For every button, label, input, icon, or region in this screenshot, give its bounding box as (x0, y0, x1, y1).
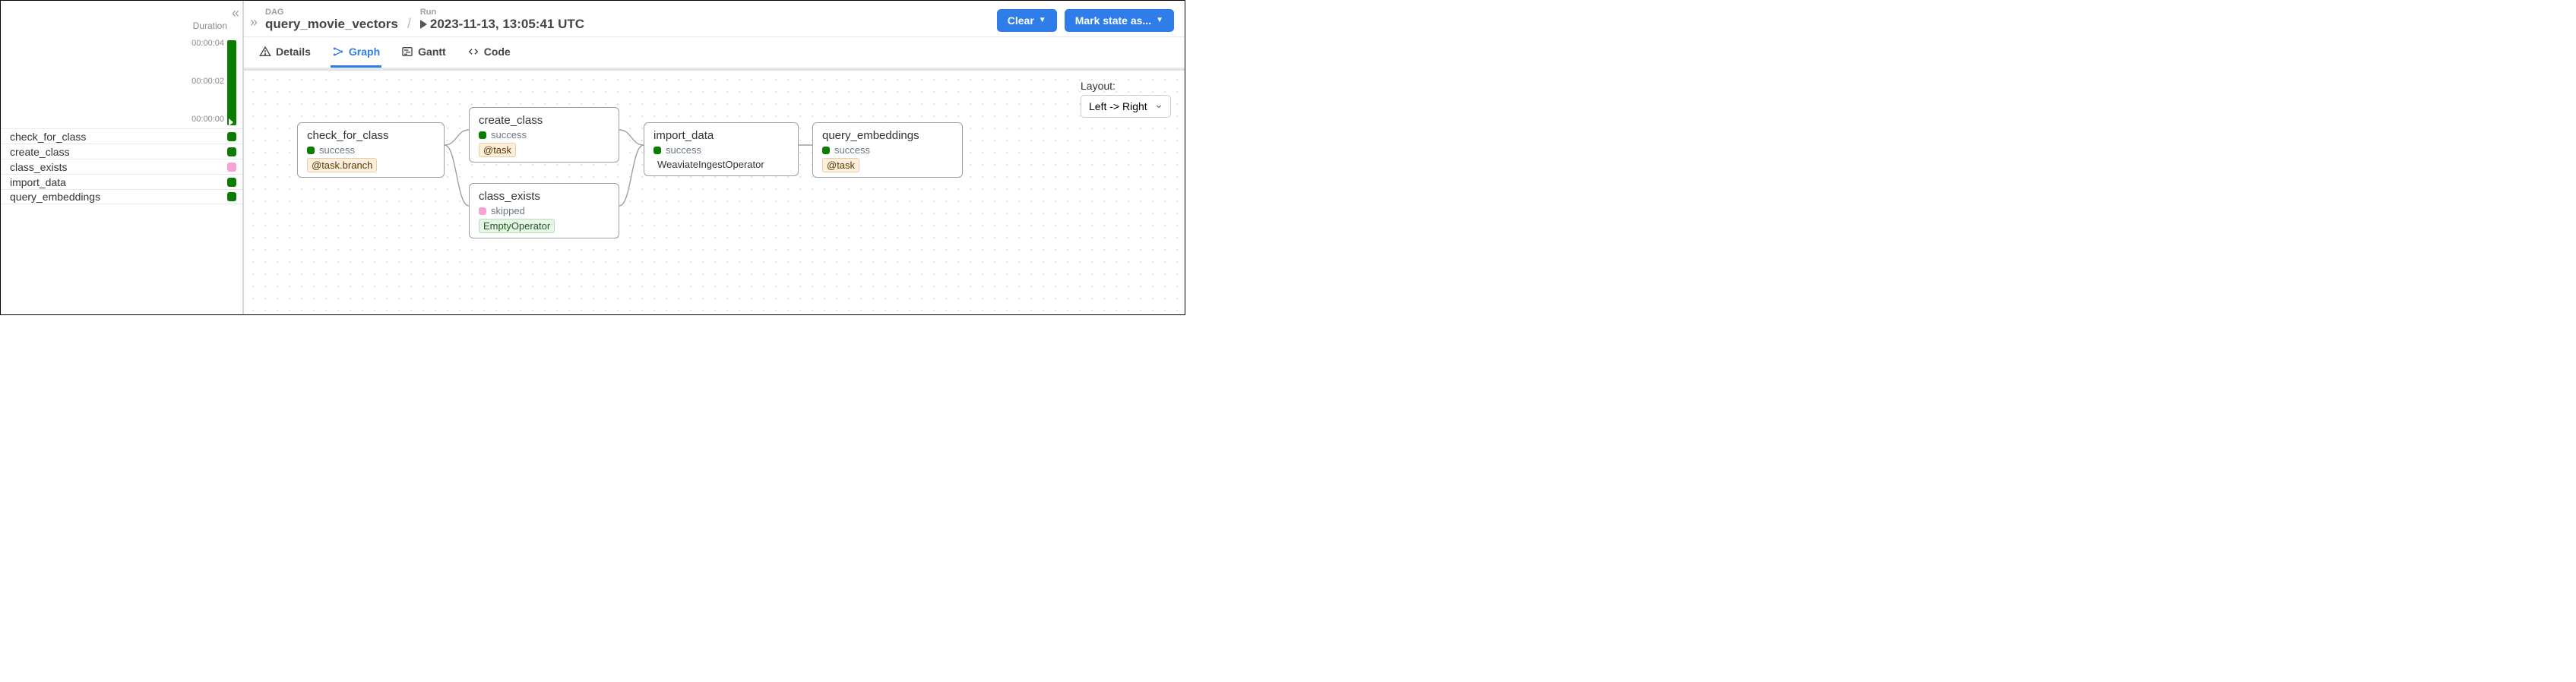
node-status: success (479, 129, 609, 141)
task-list: check_for_class create_class class_exist… (1, 128, 242, 204)
tab-gantt[interactable]: Gantt (400, 38, 448, 68)
expand-panel-icon[interactable]: » (250, 10, 258, 30)
node-status: success (822, 144, 953, 156)
warning-triangle-icon (259, 46, 271, 58)
graph-node-create-class[interactable]: create_class success @task (469, 107, 619, 163)
task-name: class_exists (10, 161, 67, 173)
tab-graph-label: Graph (349, 46, 380, 58)
node-title: query_embeddings (822, 129, 953, 142)
duration-tick: 00:00:00 (191, 115, 224, 124)
main-panel: » DAG query_movie_vectors / Run 2023-11-… (244, 1, 1185, 314)
task-name: check_for_class (10, 131, 86, 143)
node-title: class_exists (479, 190, 609, 203)
task-row-import-data[interactable]: import_data (1, 174, 242, 189)
status-dot-success (653, 147, 661, 154)
status-pill-success (227, 147, 236, 156)
node-operator: WeaviateIngestOperator (653, 158, 768, 171)
mark-state-button[interactable]: Mark state as... ▼ (1065, 9, 1174, 32)
tab-code[interactable]: Code (466, 38, 512, 68)
gantt-icon (401, 46, 413, 58)
node-operator: @task (822, 158, 859, 172)
graph-canvas[interactable]: Layout: Left -> Right check_for_class (244, 69, 1185, 314)
status-dot-success (479, 131, 486, 139)
node-operator: EmptyOperator (479, 219, 555, 233)
status-pill-success (227, 132, 236, 141)
header-bar: » DAG query_movie_vectors / Run 2023-11-… (244, 1, 1185, 37)
graph-node-query-embeddings[interactable]: query_embeddings success @task (812, 122, 963, 178)
node-status: success (653, 144, 789, 156)
layout-select[interactable]: Left -> Right (1081, 95, 1171, 118)
breadcrumb-dag-name: query_movie_vectors (265, 17, 398, 32)
node-status: success (307, 144, 435, 156)
layout-control: Layout: Left -> Right (1081, 80, 1171, 118)
tab-graph[interactable]: Graph (331, 38, 381, 68)
task-name: import_data (10, 176, 66, 188)
status-dot-success (822, 147, 830, 154)
task-row-query-embeddings[interactable]: query_embeddings (1, 189, 242, 204)
tab-gantt-label: Gantt (418, 46, 446, 58)
status-pill-success (227, 178, 236, 187)
run-play-icon (420, 20, 427, 29)
task-row-class-exists[interactable]: class_exists (1, 159, 242, 174)
chevron-down-icon: ▼ (1039, 16, 1046, 24)
collapse-panel-icon[interactable]: « (232, 5, 239, 21)
run-duration-bar[interactable] (227, 40, 236, 125)
breadcrumb-dag-label: DAG (265, 8, 398, 17)
tab-code-label: Code (484, 46, 511, 58)
status-pill-success (227, 192, 236, 201)
tab-details[interactable]: Details (258, 38, 312, 68)
node-title: create_class (479, 114, 609, 127)
breadcrumb-separator: / (406, 8, 413, 32)
graph-node-import-data[interactable]: import_data success WeaviateIngestOperat… (644, 122, 799, 176)
node-operator: @task.branch (307, 158, 377, 172)
breadcrumb-run[interactable]: Run 2023-11-13, 13:05:41 UTC (420, 8, 584, 32)
tab-details-label: Details (276, 46, 311, 58)
task-name: create_class (10, 146, 70, 158)
breadcrumb-run-label: Run (420, 8, 584, 17)
graph-icon (332, 46, 344, 58)
duration-heading: Duration (193, 21, 227, 31)
task-duration-panel: « Duration 00:00:04 00:00:02 00:00:00 ch… (1, 1, 244, 314)
graph-edges (244, 71, 1186, 329)
graph-node-class-exists[interactable]: class_exists skipped EmptyOperator (469, 183, 619, 238)
duration-tick: 00:00:02 (191, 77, 224, 86)
breadcrumb-dag[interactable]: DAG query_movie_vectors (265, 8, 398, 32)
status-dot-skipped (479, 207, 486, 215)
code-icon (467, 46, 479, 58)
mark-state-button-label: Mark state as... (1075, 14, 1151, 27)
node-title: import_data (653, 129, 789, 142)
duration-tick: 00:00:04 (191, 39, 224, 48)
graph-node-check-for-class[interactable]: check_for_class success @task.branch (297, 122, 445, 178)
clear-button-label: Clear (1008, 14, 1034, 27)
layout-label: Layout: (1081, 80, 1171, 92)
status-pill-skipped (227, 163, 236, 172)
breadcrumb-run-time: 2023-11-13, 13:05:41 UTC (430, 17, 584, 32)
view-tabs: Details Graph Gantt Code (244, 37, 1185, 69)
task-name: query_embeddings (10, 191, 100, 203)
chevron-down-icon: ▼ (1156, 16, 1163, 24)
task-row-check-for-class[interactable]: check_for_class (1, 128, 242, 144)
node-status: skipped (479, 205, 609, 216)
node-title: check_for_class (307, 129, 435, 142)
status-dot-success (307, 147, 315, 154)
clear-button[interactable]: Clear ▼ (997, 9, 1057, 32)
node-operator: @task (479, 143, 516, 157)
task-row-create-class[interactable]: create_class (1, 144, 242, 159)
